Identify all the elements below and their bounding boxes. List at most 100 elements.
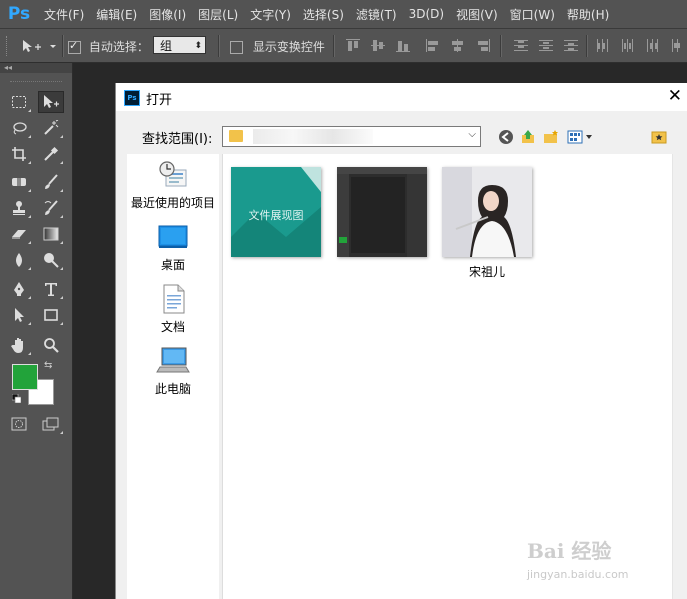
crop-tool[interactable] (6, 143, 32, 165)
distribute-bottom-icon[interactable] (564, 39, 578, 52)
place-recent-items[interactable]: 最近使用的项目 (127, 160, 219, 211)
path-selection-tool[interactable] (6, 304, 32, 326)
default-colors-icon[interactable] (11, 392, 22, 404)
menu-file[interactable]: 文件(F) (38, 6, 90, 23)
look-in-path-redacted (253, 129, 373, 144)
vertical-scrollbar[interactable] (672, 154, 687, 599)
type-icon (45, 283, 57, 296)
eraser-tool[interactable] (6, 223, 32, 245)
menu-view[interactable]: 视图(V) (450, 6, 504, 23)
up-folder-icon (522, 130, 534, 143)
watermark-url: jingyan.baidu.com (527, 568, 629, 581)
menu-window[interactable]: 窗口(W) (504, 6, 561, 23)
place-desktop[interactable]: 桌面 (127, 224, 219, 273)
magic-wand-icon (44, 120, 59, 135)
file-thumbnail[interactable] (442, 167, 532, 257)
distribute-horizontal-centers-icon[interactable] (621, 39, 635, 52)
distribute-left-icon[interactable] (596, 39, 610, 52)
menu-help[interactable]: 帮助(H) (561, 6, 615, 23)
move-tool[interactable] (38, 91, 64, 113)
align-vertical-centers-icon[interactable] (371, 39, 385, 52)
menu-3d[interactable]: 3D(D) (403, 7, 450, 21)
menu-edit[interactable]: 编辑(E) (90, 6, 143, 23)
dialog-titlebar[interactable]: Ps 打开 ✕ (116, 83, 687, 111)
clone-stamp-tool[interactable] (6, 197, 32, 219)
look-in-dropdown[interactable]: ⌵ (222, 126, 481, 147)
align-right-edges-icon[interactable] (476, 39, 490, 52)
file-label: 宋祖儿 (468, 265, 505, 279)
type-tool[interactable] (38, 278, 64, 300)
brush-tool[interactable] (38, 171, 64, 193)
close-icon[interactable]: ✕ (668, 86, 682, 106)
place-documents[interactable]: 文档 (127, 284, 219, 335)
menu-select[interactable]: 选择(S) (297, 6, 350, 23)
history-brush-tool[interactable] (38, 197, 64, 219)
documents-icon (157, 284, 189, 314)
show-transform-checkbox[interactable] (230, 41, 243, 54)
move-icon (23, 40, 56, 52)
swap-colors-icon[interactable]: ⇆ (44, 360, 52, 371)
menu-layer[interactable]: 图层(L) (192, 6, 244, 23)
rectangle-tool[interactable] (38, 304, 64, 326)
foreground-color-swatch[interactable] (12, 364, 38, 390)
auto-select-target-value: 组 (160, 39, 173, 53)
path-selection-icon (15, 308, 24, 322)
lasso-tool[interactable] (6, 117, 32, 139)
show-transform-control: 显示变换控件 (230, 38, 325, 55)
dark-screenshot-thumbnail (337, 167, 427, 257)
options-bar-grip[interactable] (6, 36, 10, 56)
back-button[interactable] (498, 129, 514, 145)
gradient-icon (43, 227, 59, 241)
place-label: 此电脑 (154, 382, 191, 396)
tool-preset-picker[interactable] (20, 37, 60, 55)
file-thumbnail[interactable] (337, 167, 427, 257)
eyedropper-icon (44, 146, 59, 161)
align-top-edges-icon[interactable] (346, 39, 360, 52)
distribute-right-icon[interactable] (646, 39, 660, 52)
auto-select-control: 自动选择： (68, 38, 149, 55)
lasso-icon (13, 122, 27, 135)
photoshop-logo: Ps (7, 4, 31, 24)
marquee-tool[interactable] (6, 91, 32, 113)
tools-panel-collapse[interactable]: ◂◂ (0, 63, 72, 73)
zoom-tool[interactable] (38, 334, 64, 356)
hand-tool[interactable] (6, 334, 32, 356)
place-this-pc[interactable]: 此电脑 (127, 346, 219, 397)
blur-tool[interactable] (6, 249, 32, 271)
pen-tool[interactable] (6, 278, 32, 300)
menu-type[interactable]: 文字(Y) (244, 6, 297, 23)
spot-healing-tool[interactable] (6, 171, 32, 193)
options-bar: 自动选择： 组 ⬍ 显示变换控件 (0, 29, 687, 63)
dodge-tool[interactable] (38, 249, 64, 271)
view-menu-button[interactable] (567, 129, 595, 145)
distribute-vertical-centers-icon[interactable] (539, 39, 553, 52)
menu-image[interactable]: 图像(I) (143, 6, 192, 23)
align-horizontal-centers-icon[interactable] (451, 39, 465, 52)
menu-bar: Ps 文件(F) 编辑(E) 图像(I) 图层(L) 文字(Y) 选择(S) 滤… (0, 0, 687, 29)
up-one-level-button[interactable] (520, 129, 536, 145)
new-folder-button[interactable] (543, 129, 559, 145)
places-bar: 最近使用的项目 桌面 文档 此电脑 (127, 154, 219, 599)
distribute-top-icon[interactable] (514, 39, 528, 52)
auto-select-target-dropdown[interactable]: 组 ⬍ (153, 36, 206, 54)
tools-panel-grip[interactable] (10, 73, 62, 82)
gradient-tool[interactable] (38, 223, 64, 245)
spot-healing-icon (12, 178, 26, 186)
zoom-icon (44, 338, 59, 353)
screen-mode-icon (42, 417, 59, 431)
align-bottom-edges-icon[interactable] (396, 39, 410, 52)
magic-wand-tool[interactable] (38, 117, 64, 139)
align-left-edges-icon[interactable] (426, 39, 440, 52)
recent-items-icon (157, 160, 189, 190)
file-thumbnail[interactable]: 文件展现图 (231, 167, 321, 257)
eyedropper-tool[interactable] (38, 143, 64, 165)
photoshop-app-icon: Ps (124, 90, 140, 106)
screen-mode-button[interactable] (38, 413, 64, 435)
menu-filter[interactable]: 滤镜(T) (350, 6, 403, 23)
place-label: 文档 (160, 320, 185, 334)
quick-mask-button[interactable] (6, 413, 32, 435)
bridge-folder-button[interactable] (651, 129, 667, 145)
auto-align-icon[interactable] (671, 39, 685, 52)
quick-mask-icon (11, 417, 27, 431)
auto-select-checkbox[interactable] (68, 39, 81, 54)
